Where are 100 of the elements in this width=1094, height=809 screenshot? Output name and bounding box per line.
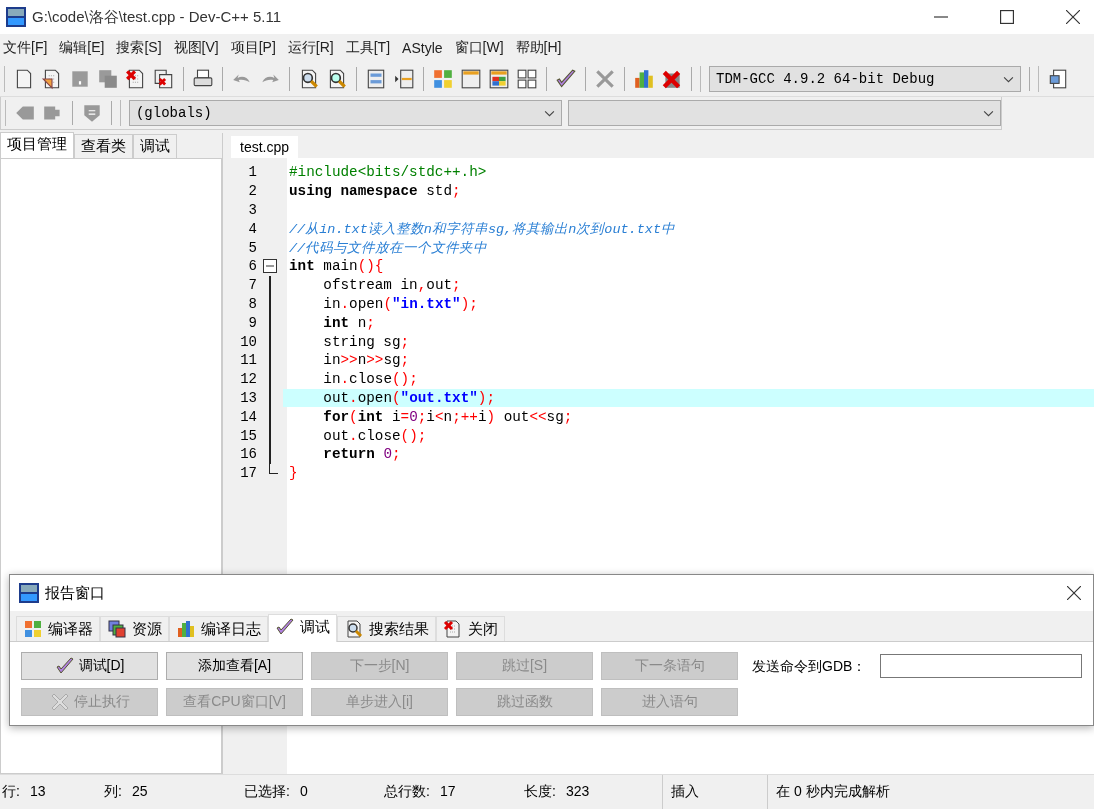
- status-message: 在 0 秒内完成解析: [767, 775, 890, 809]
- code-line: in.close();: [322, 371, 418, 388]
- dropdown-caret-icon: [983, 109, 994, 117]
- menu-item[interactable]: 搜索[S]: [113, 39, 171, 57]
- bar-chart-icon[interactable]: [633, 68, 655, 90]
- status-label: 行:: [2, 783, 20, 801]
- line-number: 15: [239, 427, 257, 444]
- dropdown-caret-icon: [1003, 75, 1014, 83]
- report-title: 报告窗口: [45, 583, 105, 603]
- menu-item[interactable]: 窗口[W]: [451, 39, 513, 57]
- panel-icon[interactable]: [365, 68, 387, 90]
- debug-button[interactable]: 调试[D]: [21, 652, 158, 680]
- panel-tab[interactable]: 调试: [133, 134, 177, 158]
- code-line: int main(){: [289, 258, 384, 275]
- code-line: return 0;: [322, 446, 401, 463]
- line-number: 14: [239, 408, 257, 425]
- gdb-command-field[interactable]: [880, 654, 1082, 678]
- code-line: //从in.txt读入整数n和字符串sg,将其输出n次到out.txt中: [289, 220, 676, 238]
- code-line: //代码与文件放在一个文件夹中: [289, 239, 488, 257]
- status-value: 17: [439, 783, 456, 801]
- code-line: #include<bits/stdc++.h>: [289, 164, 487, 181]
- line-number: 16: [239, 446, 257, 463]
- menu-item[interactable]: 视图[V]: [170, 39, 228, 57]
- dropdown-caret-icon: [544, 109, 555, 117]
- code-line: using namespace std;: [289, 183, 461, 200]
- code-line: in.open("in.txt");: [322, 295, 478, 312]
- maximize-icon[interactable]: [1000, 10, 1014, 24]
- grid-icon[interactable]: [516, 68, 538, 90]
- status-value: 0: [299, 783, 308, 801]
- window-title: G:\code\洛谷\test.cpp - Dev-C++ 5.11: [32, 7, 281, 27]
- tiles-icon: [23, 619, 43, 639]
- line-number: 10: [239, 333, 257, 350]
- line-number: 1: [247, 164, 257, 181]
- code-line: int n;: [322, 314, 375, 331]
- code-line: for(int i=0;i<n;++i) out<<sg;: [322, 408, 573, 425]
- code-line: in>>n>>sg;: [322, 352, 410, 369]
- colored-window-icon[interactable]: [488, 68, 510, 90]
- split-panel-icon[interactable]: [393, 68, 415, 90]
- status-mode: 插入: [662, 775, 767, 809]
- status-label: 总行数:: [384, 783, 430, 801]
- report-tab[interactable]: 资源: [100, 616, 169, 641]
- close-icon[interactable]: [1067, 586, 1081, 600]
- status-label: 已选择:: [244, 783, 290, 801]
- report-tab[interactable]: 调试: [268, 614, 337, 642]
- line-number: 2: [247, 183, 257, 200]
- line-number: 3: [247, 202, 257, 218]
- panel-tab[interactable]: 项目管理: [0, 132, 74, 158]
- menu-item[interactable]: AStyle: [399, 40, 452, 56]
- delete-chart-icon[interactable]: [661, 68, 683, 90]
- code-line: out.close();: [322, 427, 427, 444]
- find-icon: [344, 619, 364, 639]
- line-number: 17: [239, 465, 257, 482]
- tiles-icon[interactable]: [432, 68, 454, 90]
- code-line: string sg;: [322, 333, 410, 350]
- code-line: ofstream in,out;: [322, 277, 461, 294]
- window-icon[interactable]: [460, 68, 482, 90]
- report-tab[interactable]: 编译器: [16, 616, 100, 641]
- status-value: 25: [131, 783, 148, 801]
- status-label: 列:: [104, 783, 122, 801]
- stop-icon: [49, 692, 70, 712]
- report-tab[interactable]: 搜索结果: [337, 616, 436, 641]
- menu-item[interactable]: 帮助[H]: [512, 39, 571, 57]
- report-tab[interactable]: 关闭: [436, 616, 505, 641]
- close-file-icon: [443, 619, 463, 639]
- code-line: }: [289, 465, 298, 482]
- check-icon[interactable]: [555, 68, 577, 90]
- status-value: 13: [29, 783, 46, 801]
- menu-item[interactable]: 运行[R]: [284, 39, 343, 57]
- debug-button[interactable]: 添加查看[A]: [166, 652, 303, 680]
- bar-chart-icon: [176, 619, 196, 639]
- status-label: 长度:: [524, 783, 556, 801]
- menu-item[interactable]: 项目[P]: [227, 39, 285, 57]
- close-all-icon[interactable]: [153, 68, 175, 90]
- line-number: 4: [247, 220, 257, 237]
- window-switch-icon[interactable]: [1047, 68, 1069, 90]
- menu-item[interactable]: 工具[T]: [342, 39, 400, 57]
- menu-item[interactable]: 编辑[E]: [56, 39, 114, 57]
- compiler-select[interactable]: TDM-GCC 4.9.2 64-bit Debug: [709, 66, 1021, 92]
- app-logo-icon: [19, 583, 39, 603]
- status-value: 323: [565, 783, 590, 801]
- line-number: 13: [239, 389, 257, 406]
- line-number: 11: [239, 352, 257, 369]
- check-icon: [275, 617, 295, 637]
- line-number: 5: [247, 239, 257, 256]
- save-all-icon[interactable]: [97, 68, 119, 90]
- layers-icon: [107, 619, 127, 639]
- panel-tab[interactable]: 查看类: [74, 134, 133, 158]
- file-tab[interactable]: test.cpp: [231, 136, 299, 158]
- gdb-command-label: 发送命令到GDB：: [752, 658, 867, 676]
- report-tab[interactable]: 编译日志: [169, 616, 268, 641]
- line-number: 8: [247, 295, 257, 312]
- line-number: 9: [247, 314, 257, 331]
- close-icon[interactable]: [1066, 10, 1080, 24]
- code-line: out.open("out.txt");: [322, 389, 495, 406]
- menu-item[interactable]: 文件[F]: [0, 39, 57, 57]
- line-number: 6: [247, 258, 257, 275]
- fold-icon[interactable]: [263, 259, 277, 274]
- scope-select[interactable]: (globals): [128, 100, 562, 126]
- app-logo-icon: [6, 7, 26, 27]
- line-number: 12: [239, 371, 257, 388]
